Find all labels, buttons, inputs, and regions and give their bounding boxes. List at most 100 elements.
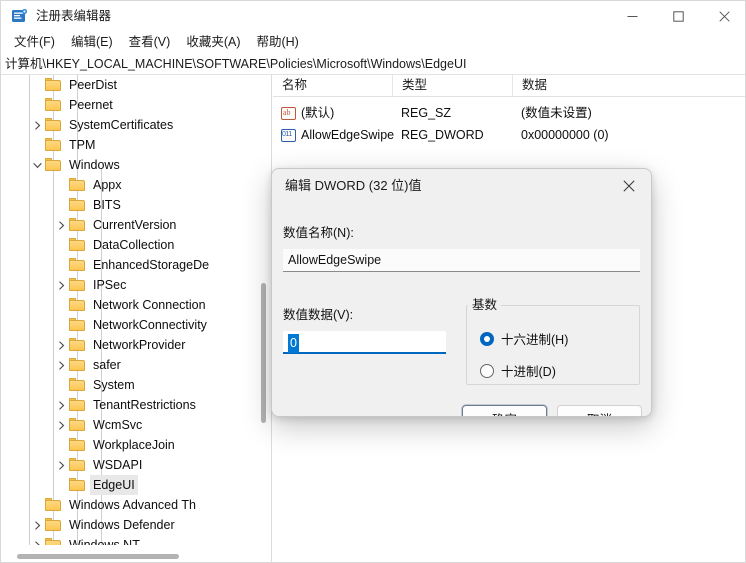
radio-hexadecimal[interactable]: 十六进制(H) bbox=[480, 329, 568, 348]
value-row-default[interactable]: (默认) REG_SZ (数值未设置) bbox=[273, 103, 745, 123]
maximize-button[interactable] bbox=[655, 1, 701, 32]
folder-icon bbox=[45, 498, 62, 512]
tree-horizontal-scrollbar[interactable] bbox=[1, 552, 263, 561]
minimize-button[interactable] bbox=[609, 1, 655, 32]
tree-item-datacollection[interactable]: DataCollection bbox=[1, 235, 263, 255]
tree-item-windows-defender[interactable]: Windows Defender bbox=[1, 515, 263, 535]
tree-item-peerdist[interactable]: PeerDist bbox=[1, 75, 263, 95]
tree-vertical-scroll-thumb[interactable] bbox=[261, 283, 266, 423]
value-data-label: 数值数据(V): bbox=[283, 308, 354, 322]
chevron-right-icon[interactable] bbox=[53, 415, 69, 435]
tree-item-edgeui[interactable]: EdgeUI bbox=[1, 475, 263, 495]
tree-item-label: Windows bbox=[69, 158, 120, 172]
registry-tree-pane: PeerDist Peernet SystemCertificates TPM Wind… bbox=[1, 75, 272, 562]
cancel-button[interactable]: 取消 bbox=[557, 405, 642, 416]
chevron-right-icon[interactable] bbox=[53, 275, 69, 295]
tree-item-label: TPM bbox=[69, 138, 96, 152]
tree-item-wsdapi[interactable]: WSDAPI bbox=[1, 455, 263, 475]
tree-item-label: EnhancedStorageDe bbox=[93, 258, 210, 272]
folder-icon bbox=[45, 158, 62, 172]
registry-editor-window: 注册表编辑器 文件(F) 编辑(E) 查看(V) 收藏夹(A) 帮助(H) 计算… bbox=[0, 0, 746, 563]
tree-scroll-viewport: PeerDist Peernet SystemCertificates TPM Wind… bbox=[1, 75, 263, 545]
menu-item-favorites[interactable]: 收藏夹(A) bbox=[178, 33, 248, 52]
folder-icon bbox=[69, 358, 86, 372]
chevron-right-icon[interactable] bbox=[53, 335, 69, 355]
dialog-close-icon[interactable] bbox=[607, 169, 651, 202]
menu-item-view[interactable]: 查看(V) bbox=[121, 33, 179, 52]
chevron-right-icon[interactable] bbox=[53, 455, 69, 475]
tree-item-ipsec[interactable]: IPSec bbox=[1, 275, 263, 295]
tree-item-networkconnectivity[interactable]: NetworkConnectivity bbox=[1, 315, 263, 335]
chevron-placeholder-icon bbox=[29, 95, 45, 115]
close-button[interactable] bbox=[701, 1, 745, 32]
tree-item-windows[interactable]: Windows bbox=[1, 155, 263, 175]
menu-item-edit[interactable]: 编辑(E) bbox=[63, 33, 121, 52]
folder-icon bbox=[69, 238, 86, 252]
value-row-allowedgeswipe[interactable]: AllowEdgeSwipe REG_DWORD 0x00000000 (0) bbox=[273, 125, 745, 145]
tree-item-label: Windows Advanced Th bbox=[69, 498, 196, 512]
chevron-placeholder-icon bbox=[29, 495, 45, 515]
radio-hexadecimal-label: 十六进制(H) bbox=[501, 333, 569, 347]
tree-item-wcmsvc[interactable]: WcmSvc bbox=[1, 415, 263, 435]
chevron-right-icon[interactable] bbox=[29, 535, 45, 545]
chevron-placeholder-icon bbox=[53, 435, 69, 455]
chevron-right-icon[interactable] bbox=[53, 395, 69, 415]
tree-item-network-connection[interactable]: Network Connection bbox=[1, 295, 263, 315]
tree-item-tenantrestrictions[interactable]: TenantRestrictions bbox=[1, 395, 263, 415]
tree-item-systemcertificates[interactable]: SystemCertificates bbox=[1, 115, 263, 135]
tree-item-networkprovider[interactable]: NetworkProvider bbox=[1, 335, 263, 355]
tree-row-list: PeerDist Peernet SystemCertificates TPM Wind… bbox=[1, 75, 263, 545]
tree-item-currentversion[interactable]: CurrentVersion bbox=[1, 215, 263, 235]
value-name-cell: (默认) bbox=[281, 103, 334, 123]
chevron-right-icon[interactable] bbox=[53, 215, 69, 235]
tree-item-label: DataCollection bbox=[93, 238, 175, 252]
tree-item-safer[interactable]: safer bbox=[1, 355, 263, 375]
tree-item-label: Network Connection bbox=[93, 298, 206, 312]
chevron-placeholder-icon bbox=[53, 315, 69, 335]
value-data-cell: (数值未设置) bbox=[521, 106, 592, 120]
folder-icon bbox=[69, 318, 86, 332]
tree-item-label: BITS bbox=[93, 198, 121, 212]
tree-item-label: safer bbox=[93, 358, 121, 372]
tree-horizontal-scroll-thumb[interactable] bbox=[17, 554, 179, 559]
tree-item-windows-advanced-th[interactable]: Windows Advanced Th bbox=[1, 495, 263, 515]
folder-icon bbox=[69, 278, 86, 292]
value-data-input[interactable] bbox=[283, 331, 446, 354]
chevron-placeholder-icon bbox=[53, 175, 69, 195]
folder-icon bbox=[69, 458, 86, 472]
tree-item-peernet[interactable]: Peernet bbox=[1, 95, 263, 115]
tree-item-windows-nt[interactable]: Windows NT bbox=[1, 535, 263, 545]
menu-item-file[interactable]: 文件(F) bbox=[6, 33, 63, 52]
folder-icon bbox=[69, 398, 86, 412]
tree-vertical-scrollbar[interactable] bbox=[260, 75, 268, 545]
value-name-input[interactable] bbox=[283, 249, 640, 272]
values-column-header: 名称 类型 数据 bbox=[273, 75, 745, 97]
tree-item-workplacejoin[interactable]: WorkplaceJoin bbox=[1, 435, 263, 455]
tree-item-label: System bbox=[93, 378, 135, 392]
ok-button[interactable]: 确定 bbox=[462, 405, 547, 416]
column-header-name[interactable]: 名称 bbox=[273, 75, 393, 96]
chevron-placeholder-icon bbox=[53, 295, 69, 315]
tree-item-tpm[interactable]: TPM bbox=[1, 135, 263, 155]
chevron-right-icon[interactable] bbox=[29, 115, 45, 135]
column-header-data[interactable]: 数据 bbox=[513, 75, 745, 96]
chevron-down-icon[interactable] bbox=[29, 155, 45, 175]
folder-icon bbox=[69, 338, 86, 352]
chevron-placeholder-icon bbox=[53, 235, 69, 255]
column-header-type[interactable]: 类型 bbox=[393, 75, 513, 96]
chevron-right-icon[interactable] bbox=[53, 355, 69, 375]
chevron-placeholder-icon bbox=[53, 255, 69, 275]
menu-item-help[interactable]: 帮助(H) bbox=[248, 33, 306, 52]
tree-item-label: SystemCertificates bbox=[69, 118, 174, 132]
folder-icon bbox=[69, 258, 86, 272]
chevron-right-icon[interactable] bbox=[29, 515, 45, 535]
tree-item-system[interactable]: System bbox=[1, 375, 263, 395]
tree-item-appx[interactable]: Appx bbox=[1, 175, 263, 195]
tree-item-bits[interactable]: BITS bbox=[1, 195, 263, 215]
folder-icon bbox=[45, 78, 62, 92]
address-bar[interactable]: 计算机\HKEY_LOCAL_MACHINE\SOFTWARE\Policies… bbox=[1, 53, 745, 75]
radio-decimal[interactable]: 十进制(D) bbox=[480, 361, 556, 380]
tree-item-enhancedstoragede[interactable]: EnhancedStorageDe bbox=[1, 255, 263, 275]
value-name-text: AllowEdgeSwipe bbox=[301, 128, 395, 142]
tree-item-label: WorkplaceJoin bbox=[93, 438, 175, 452]
